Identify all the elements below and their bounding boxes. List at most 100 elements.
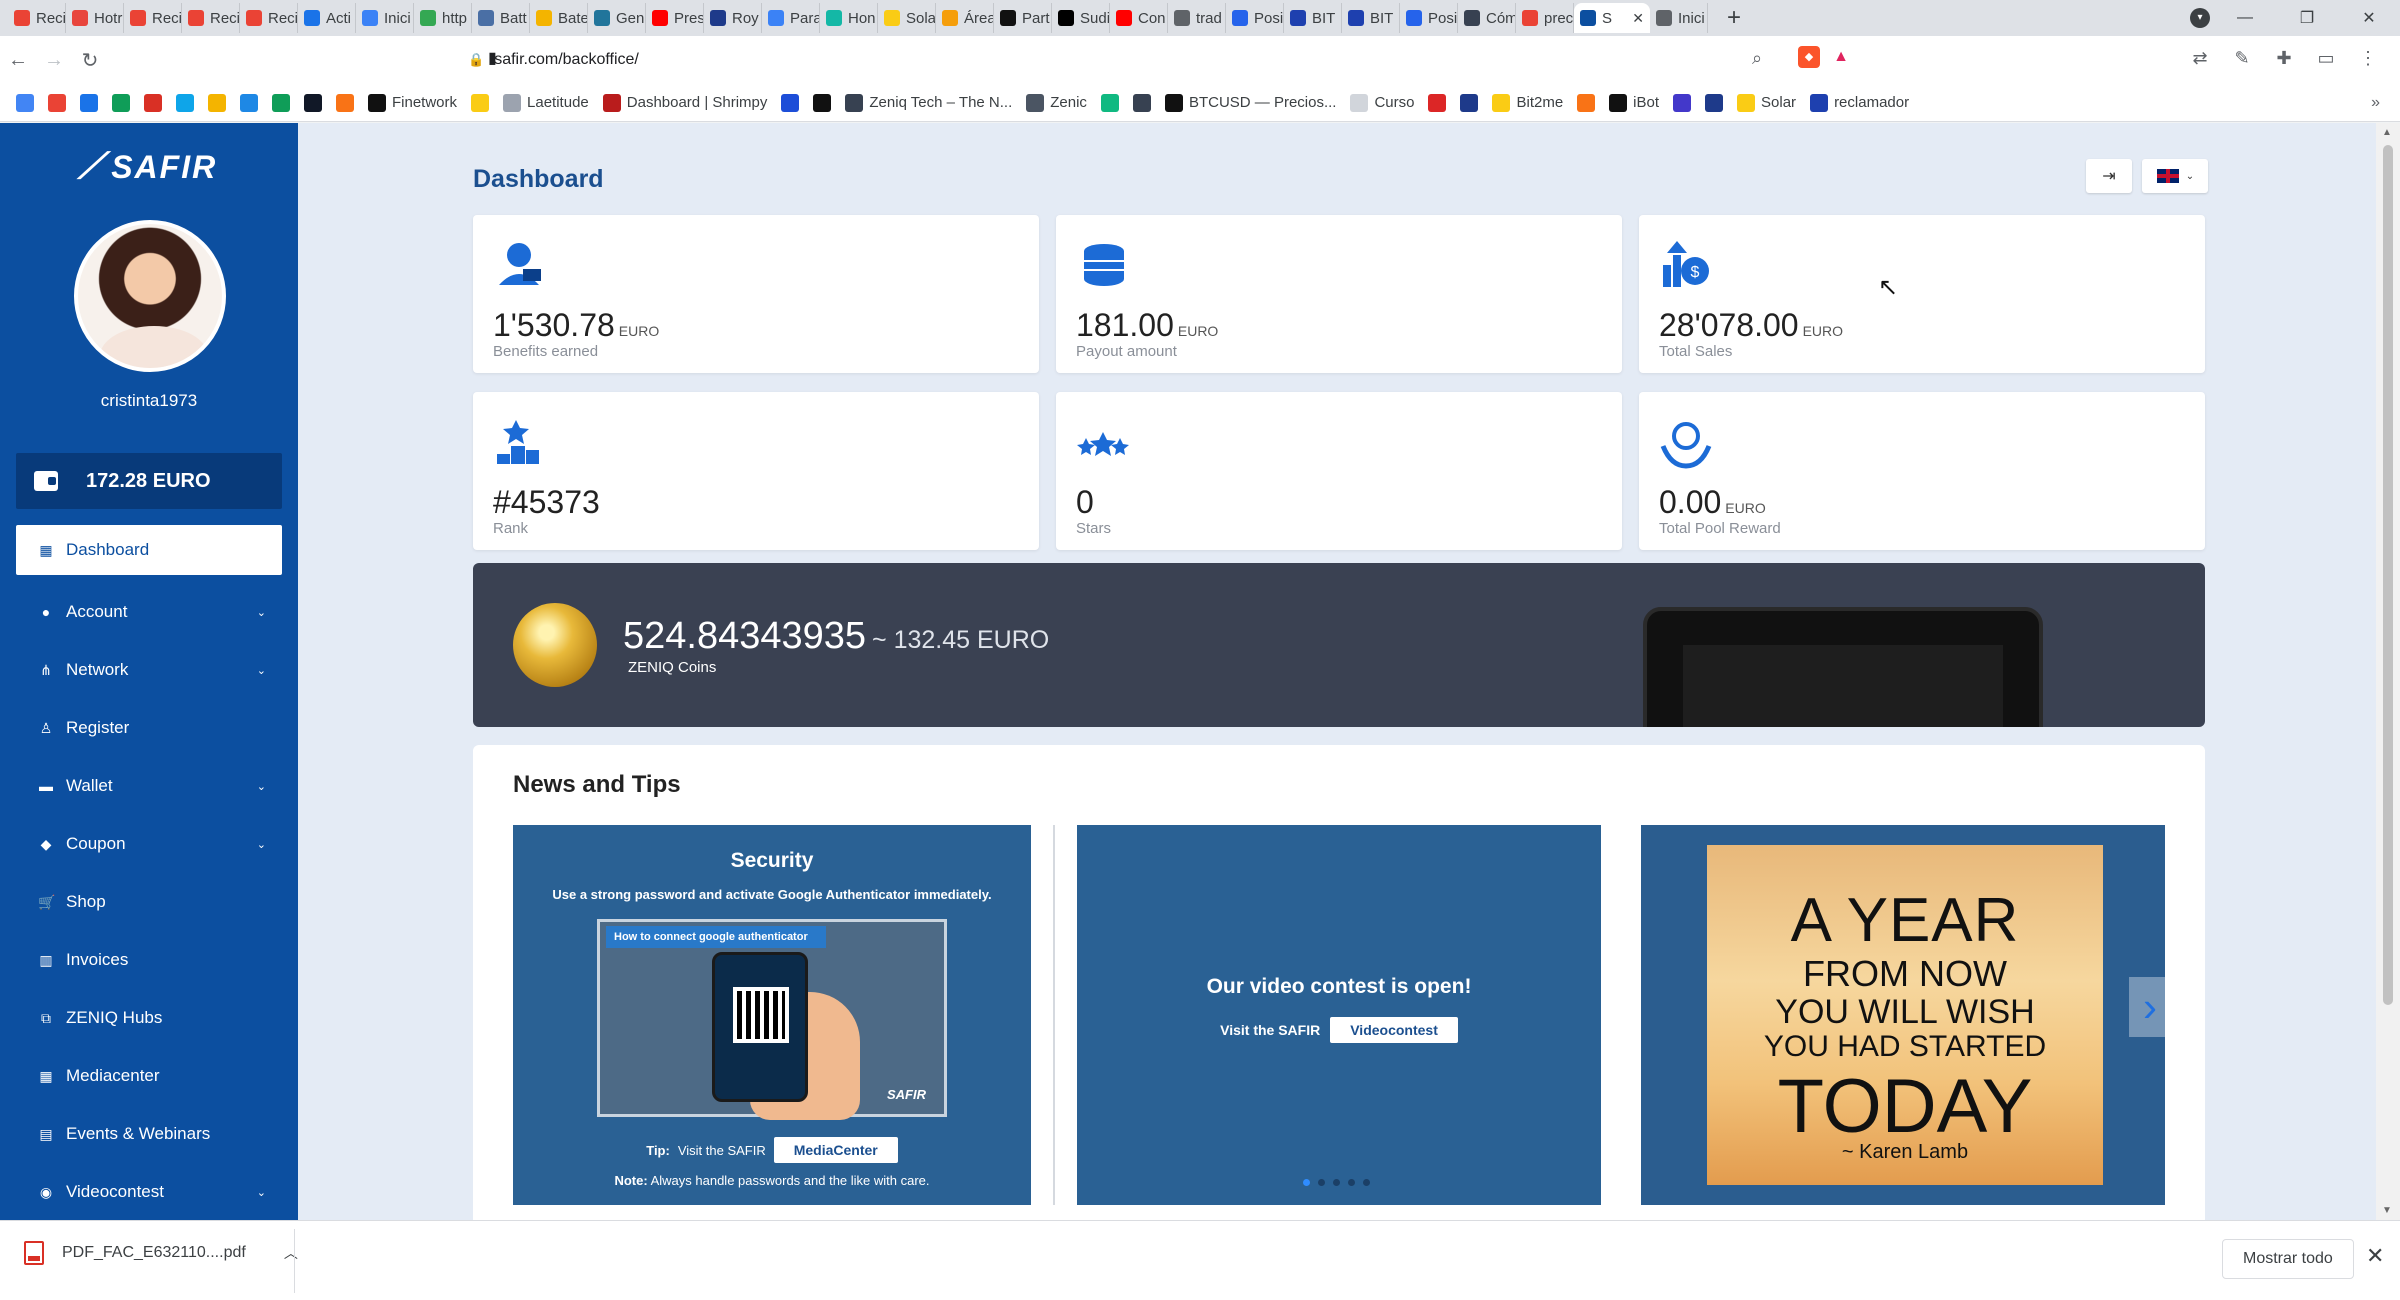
- menu-icon[interactable]: ⋮: [2356, 48, 2380, 69]
- language-selector[interactable]: ⌄: [2142, 159, 2208, 193]
- bookmark-item[interactable]: [240, 93, 258, 112]
- browser-tab[interactable]: BIT: [1342, 3, 1400, 33]
- browser-tab[interactable]: Inici: [1650, 3, 1708, 33]
- translate-icon[interactable]: ⇄: [2188, 48, 2212, 69]
- chevron-down-icon[interactable]: ⌄: [257, 1186, 266, 1199]
- bookmarks-more-icon[interactable]: »: [2371, 94, 2380, 112]
- alert-icon[interactable]: ▲: [1830, 46, 1852, 68]
- bookmark-item[interactable]: BTCUSD — Precios...: [1164, 93, 1336, 112]
- browser-tab[interactable]: Batt: [472, 3, 530, 33]
- tab-search-icon[interactable]: ▾: [2190, 8, 2210, 28]
- browser-tab[interactable]: Posi: [1226, 3, 1284, 33]
- browser-tab[interactable]: Hotr: [66, 3, 124, 33]
- sidebar-item-dashboard[interactable]: ▦ Dashboard: [16, 525, 282, 575]
- chevron-down-icon[interactable]: ⌄: [257, 838, 266, 851]
- bookmark-item[interactable]: Zenic: [1026, 93, 1087, 112]
- carousel-dot[interactable]: [1363, 1179, 1370, 1186]
- bookmark-item[interactable]: [1460, 93, 1479, 112]
- browser-tab[interactable]: trad: [1168, 3, 1226, 33]
- bookmark-item[interactable]: Zeniq Tech – The N...: [845, 93, 1012, 112]
- browser-tab[interactable]: Roy: [704, 3, 762, 33]
- zoom-icon[interactable]: ⌕: [1752, 48, 1762, 69]
- bookmark-item[interactable]: [1100, 93, 1119, 112]
- bookmark-item[interactable]: [48, 93, 66, 112]
- minimize-button[interactable]: —: [2214, 9, 2276, 27]
- bookmark-item[interactable]: Finetwork: [368, 93, 457, 112]
- tab-close-icon[interactable]: ✕: [1632, 10, 1644, 27]
- bookmark-item[interactable]: Laetitude: [503, 93, 589, 112]
- browser-tab[interactable]: Part: [994, 3, 1052, 33]
- sidebar-item-wallet[interactable]: ▬ Wallet ⌄: [16, 757, 282, 815]
- show-all-button[interactable]: Mostrar todo: [2222, 1239, 2354, 1279]
- browser-tab[interactable]: Recil: [240, 3, 298, 33]
- bookmark-item[interactable]: Curso: [1350, 93, 1414, 112]
- bookmark-item[interactable]: [112, 93, 130, 112]
- scrollbar-thumb[interactable]: [2383, 145, 2393, 1005]
- bookmark-item[interactable]: [336, 93, 354, 112]
- sidebar-item-videocontest[interactable]: ◉ Videocontest ⌄: [16, 1163, 282, 1220]
- chevron-down-icon[interactable]: ⌄: [257, 606, 266, 619]
- browser-tab[interactable]: Sola: [878, 3, 936, 33]
- bookmark-item[interactable]: [781, 93, 800, 112]
- carousel-dot[interactable]: [1348, 1179, 1355, 1186]
- address-bar[interactable]: 🔒 safir.com/backoffice/: [468, 44, 1768, 76]
- browser-tab[interactable]: Acti: [298, 3, 356, 33]
- scroll-down-icon[interactable]: ▼: [2382, 1205, 2392, 1216]
- reload-icon[interactable]: ↻: [72, 48, 108, 73]
- browser-tab[interactable]: Para: [762, 3, 820, 33]
- sidebar-item-zeniq-hubs[interactable]: ⧉ ZENIQ Hubs: [16, 989, 282, 1047]
- browser-tab[interactable]: Sudi: [1052, 3, 1110, 33]
- bookmark-item[interactable]: [471, 93, 490, 112]
- bookmark-item[interactable]: [1705, 93, 1724, 112]
- new-tab-button[interactable]: +: [1720, 4, 1748, 32]
- bookmark-item[interactable]: [304, 93, 322, 112]
- bookmark-item[interactable]: [813, 93, 832, 112]
- browser-tab[interactable]: Inici: [356, 3, 414, 33]
- tab-active[interactable]: S ✕: [1574, 3, 1650, 33]
- bookmark-item[interactable]: [1673, 93, 1692, 112]
- browser-tab[interactable]: Bate: [530, 3, 588, 33]
- bookmark-item[interactable]: Dashboard | Shrimpy: [602, 93, 767, 112]
- sidebar-item-network[interactable]: ⋔ Network ⌄: [16, 641, 282, 699]
- sidebar-item-account[interactable]: ● Account ⌄: [16, 583, 282, 641]
- sidebar-item-invoices[interactable]: ▥ Invoices: [16, 931, 282, 989]
- browser-tab[interactable]: Área: [936, 3, 994, 33]
- chevron-down-icon[interactable]: ⌄: [257, 780, 266, 793]
- carousel-dot[interactable]: [1303, 1179, 1310, 1186]
- browser-tab[interactable]: Posi: [1400, 3, 1458, 33]
- carousel-dot[interactable]: [1318, 1179, 1325, 1186]
- close-icon[interactable]: ✕: [2366, 1243, 2384, 1269]
- browser-tab[interactable]: BIT: [1284, 3, 1342, 33]
- pen-icon[interactable]: ✎: [2230, 48, 2254, 69]
- sidebar-item-register[interactable]: ♙ Register: [16, 699, 282, 757]
- close-window-button[interactable]: ✕: [2338, 8, 2400, 28]
- bookmark-item[interactable]: [176, 93, 194, 112]
- balance-panel[interactable]: 172.28 EURO: [16, 453, 282, 509]
- carousel-next-icon[interactable]: ›: [2129, 977, 2171, 1037]
- browser-tab[interactable]: prec: [1516, 3, 1574, 33]
- sidebar-item-coupon[interactable]: ◆ Coupon ⌄: [16, 815, 282, 873]
- extensions-icon[interactable]: ✚: [2272, 48, 2296, 69]
- carousel-dot[interactable]: [1333, 1179, 1340, 1186]
- bookmark-item[interactable]: [1577, 93, 1596, 112]
- avatar[interactable]: [74, 220, 226, 372]
- bookmark-item[interactable]: Solar: [1737, 93, 1796, 112]
- browser-tab[interactable]: Recil: [124, 3, 182, 33]
- download-item[interactable]: PDF_FAC_E632110....pdf ︿: [24, 1241, 298, 1265]
- scroll-up-icon[interactable]: ▲: [2382, 127, 2392, 138]
- browser-tab[interactable]: Con: [1110, 3, 1168, 33]
- forward-icon[interactable]: →: [36, 49, 72, 72]
- maximize-button[interactable]: ❐: [2276, 8, 2338, 28]
- browser-tab[interactable]: Hon: [820, 3, 878, 33]
- sidebar-item-shop[interactable]: 🛒 Shop: [16, 873, 282, 931]
- quote-slide[interactable]: A YEAR FROM NOW YOU WILL WISH YOU HAD ST…: [1641, 825, 2165, 1205]
- bookmark-item[interactable]: [144, 93, 162, 112]
- videocontest-button[interactable]: Videocontest: [1330, 1017, 1458, 1043]
- safir-logo[interactable]: ⟋ SAFIR: [78, 145, 217, 188]
- bookmark-item[interactable]: [1132, 93, 1151, 112]
- mediacenter-button[interactable]: MediaCenter: [773, 1137, 898, 1163]
- bookmark-item[interactable]: Bit2me: [1492, 93, 1563, 112]
- bookmark-item[interactable]: iBot: [1609, 93, 1659, 112]
- bookmark-item[interactable]: [1428, 93, 1447, 112]
- bookmark-item[interactable]: [16, 93, 34, 112]
